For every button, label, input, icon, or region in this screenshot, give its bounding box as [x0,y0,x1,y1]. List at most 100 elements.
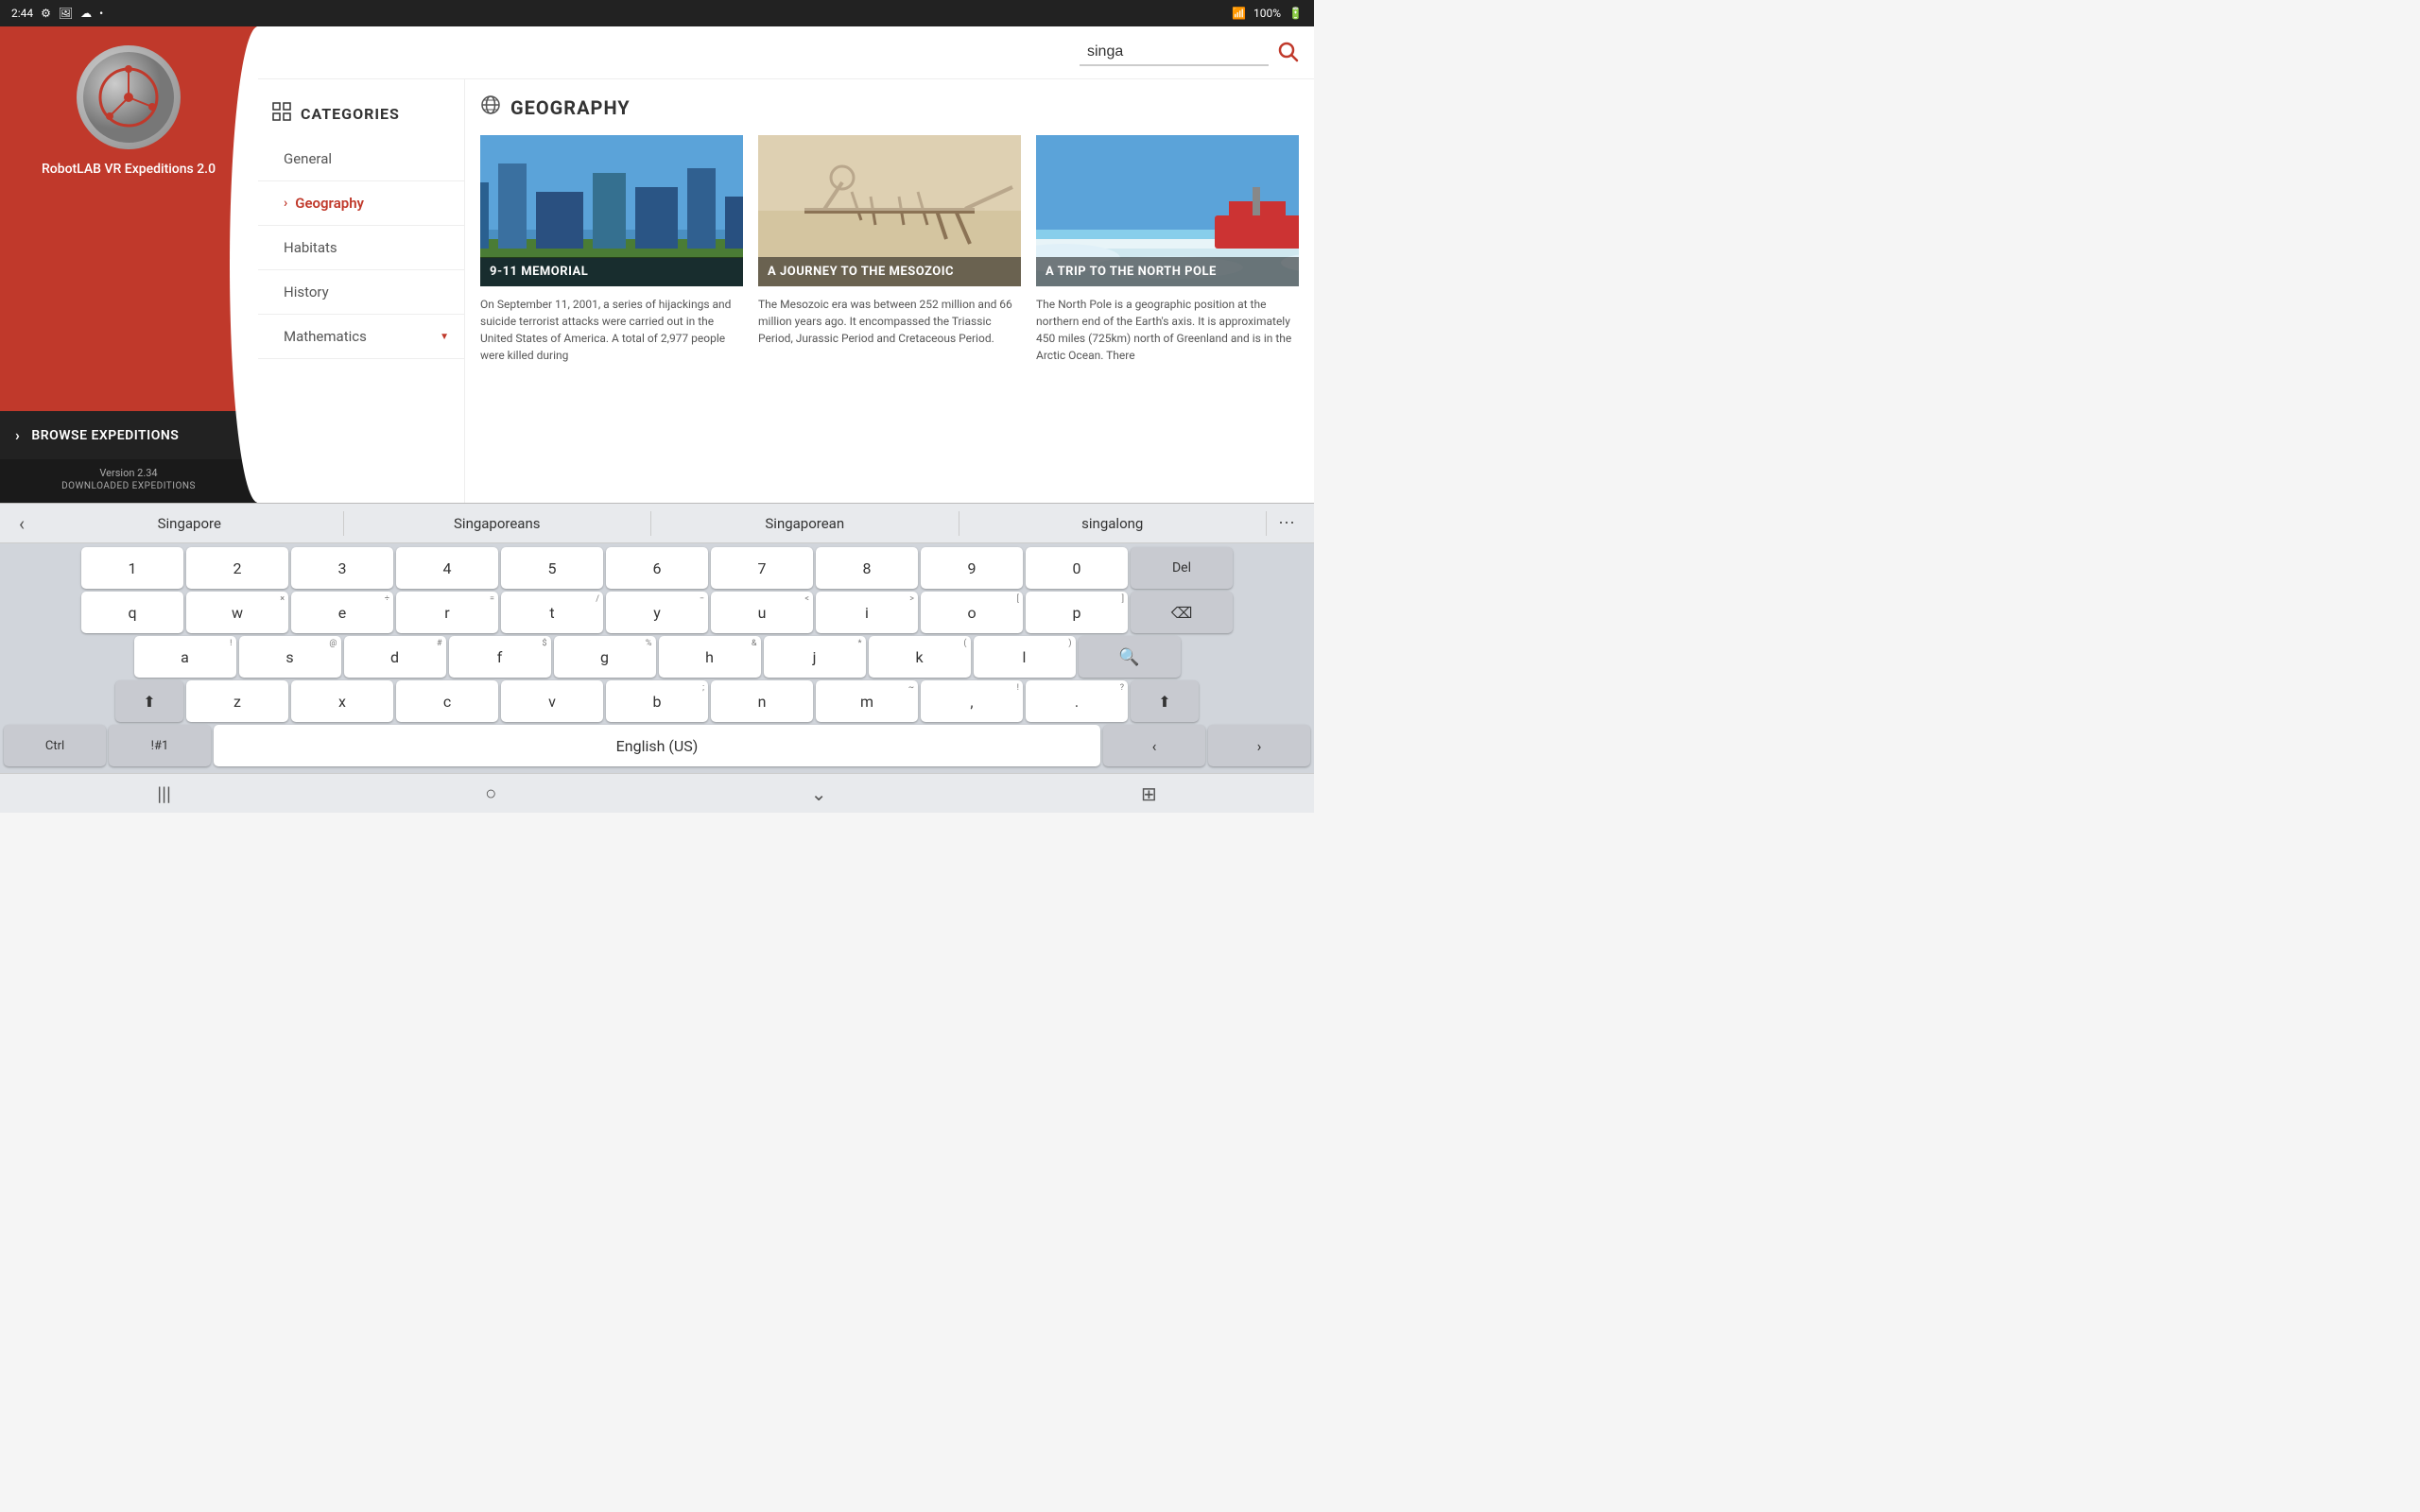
card-mesozoic-image: A JOURNEY TO THE MESOZOIC [758,135,1021,286]
battery-level: 100% [1253,7,1281,20]
suggestion-singaporean[interactable]: Singaporean [651,511,959,536]
key-j[interactable]: j* [764,636,866,678]
key-backspace[interactable]: ⌫ [1131,592,1233,633]
status-left: 2:44 ⚙ 🖼 ☁ • [11,7,103,20]
nav-grid-button[interactable]: ⊞ [1122,775,1176,813]
key-a[interactable]: a! [134,636,236,678]
geography-label: Geography [295,195,364,212]
key-5[interactable]: 5 [501,547,603,589]
card-911[interactable]: 9-11 MEMORIAL On September 11, 2001, a s… [480,135,743,373]
logo-svg [81,50,176,145]
sidebar-item-habitats[interactable]: Habitats [257,226,464,270]
keyboard-rows: 1 2 3 4 5 6 7 8 9 0 Del q w× e÷ r= t/ y−… [0,543,1314,773]
cloud-icon: ☁ [80,7,92,20]
key-shift-right[interactable]: ⬆ [1131,680,1199,722]
card-northpole-title: A TRIP TO THE NORTH POLE [1036,257,1299,286]
key-v[interactable]: v [501,680,603,722]
app-container: RobotLAB VR Expeditions 2.0 › BROWSE EXP… [0,26,1314,813]
key-left[interactable]: ‹ [1103,725,1205,766]
version-info: Version 2.34 DOWNLOADED EXPEDITIONS [0,459,257,503]
key-sym[interactable]: !#1 [109,725,211,766]
key-del[interactable]: Del [1131,547,1233,589]
header [257,26,1314,79]
suggestion-singapore[interactable]: Singapore [36,511,344,536]
sidebar-logo-area: RobotLAB VR Expeditions 2.0 [0,26,257,411]
cards-area: GEOGRAPHY [465,79,1314,503]
key-9[interactable]: 9 [921,547,1023,589]
section-title: GEOGRAPHY [510,96,631,119]
key-u[interactable]: u< [711,592,813,633]
photo-icon: 🖼 [59,7,73,20]
sidebar-item-general[interactable]: General [257,137,464,181]
section-header: GEOGRAPHY [480,94,1299,120]
key-right[interactable]: › [1208,725,1310,766]
downloaded-text: DOWNLOADED EXPEDITIONS [15,481,242,491]
card-northpole-desc: The North Pole is a geographic position … [1036,286,1299,373]
status-bar: 2:44 ⚙ 🖼 ☁ • 📶 100% 🔋 [0,0,1314,26]
sidebar-item-mathematics[interactable]: Mathematics [257,315,464,359]
key-comma[interactable]: ,! [921,680,1023,722]
sidebar-item-geography[interactable]: › Geography [257,181,464,226]
browse-expeditions-button[interactable]: › BROWSE EXPEDITIONS [0,411,257,459]
key-x[interactable]: x [291,680,393,722]
nav-down-button[interactable]: ⌄ [792,775,846,813]
key-7[interactable]: 7 [711,547,813,589]
key-t[interactable]: t/ [501,592,603,633]
suggestion-singaporeans[interactable]: Singaporeans [344,511,652,536]
sidebar: RobotLAB VR Expeditions 2.0 › BROWSE EXP… [0,26,257,503]
key-h[interactable]: h& [659,636,761,678]
sidebar-item-history[interactable]: History [257,270,464,315]
key-period[interactable]: .? [1026,680,1128,722]
key-q[interactable]: q [81,592,183,633]
key-0[interactable]: 0 [1026,547,1128,589]
key-g[interactable]: g% [554,636,656,678]
search-area [1080,40,1299,66]
key-m[interactable]: m~ [816,680,918,722]
card-northpole[interactable]: A TRIP TO THE NORTH POLE The North Pole … [1036,135,1299,373]
key-o[interactable]: o[ [921,592,1023,633]
cards-row: 9-11 MEMORIAL On September 11, 2001, a s… [480,135,1299,373]
key-b[interactable]: b; [606,680,708,722]
key-1[interactable]: 1 [81,547,183,589]
key-i[interactable]: i> [816,592,918,633]
key-search[interactable]: 🔍 [1079,636,1181,678]
key-d[interactable]: d# [344,636,446,678]
key-2[interactable]: 2 [186,547,288,589]
card-911-desc: On September 11, 2001, a series of hijac… [480,286,743,373]
general-label: General [284,150,332,167]
key-z[interactable]: z [186,680,288,722]
suggestion-singalong[interactable]: singalong [959,511,1268,536]
key-k[interactable]: k( [869,636,971,678]
key-y[interactable]: y− [606,592,708,633]
bottom-row: Ctrl !#1 English (US) ‹ › [4,725,1310,766]
grid-svg [272,102,291,121]
wifi-icon: 📶 [1232,7,1246,20]
key-e[interactable]: e÷ [291,592,393,633]
suggestions-more-button[interactable]: ⋯ [1267,513,1306,533]
status-right: 📶 100% 🔋 [1232,7,1303,20]
key-f[interactable]: f$ [449,636,551,678]
key-4[interactable]: 4 [396,547,498,589]
key-p[interactable]: p] [1026,592,1128,633]
search-input[interactable] [1080,40,1269,66]
key-s[interactable]: s@ [239,636,341,678]
key-6[interactable]: 6 [606,547,708,589]
key-ctrl[interactable]: Ctrl [4,725,106,766]
nav-back-button[interactable]: ||| [138,775,190,813]
search-button[interactable] [1276,40,1299,66]
key-space[interactable]: English (US) [214,725,1100,766]
key-c[interactable]: c [396,680,498,722]
key-8[interactable]: 8 [816,547,918,589]
key-r[interactable]: r= [396,592,498,633]
nav-home-button[interactable]: ○ [466,774,515,813]
key-l[interactable]: l) [974,636,1076,678]
key-w[interactable]: w× [186,592,288,633]
keyboard-back-button[interactable]: ‹ [8,512,36,535]
sidebar-bottom: › BROWSE EXPEDITIONS Version 2.34 DOWNLO… [0,411,257,503]
key-shift-left[interactable]: ⬆ [115,680,183,722]
key-n[interactable]: n [711,680,813,722]
key-3[interactable]: 3 [291,547,393,589]
version-text: Version 2.34 [15,467,242,479]
card-mesozoic[interactable]: A JOURNEY TO THE MESOZOIC The Mesozoic e… [758,135,1021,373]
card-mesozoic-desc: The Mesozoic era was between 252 million… [758,286,1021,356]
